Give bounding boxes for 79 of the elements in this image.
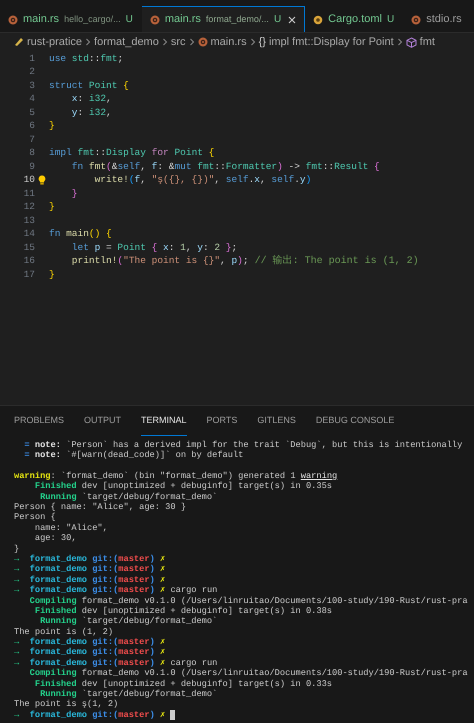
terminal-line: Finished dev [unoptimized + debuginfo] target(s) in 0.38s bbox=[34, 605, 332, 616]
terminal-line: Person { bbox=[14, 511, 56, 524]
panel-tab[interactable]: OUTPUT bbox=[84, 406, 122, 436]
line-number: 13 bbox=[22, 214, 35, 228]
cube-icon bbox=[406, 36, 417, 48]
code-line: impl fmt::Display for Point { bbox=[49, 146, 214, 160]
code-line: fn fmt(&self, f: &mut fmt::Formatter) -> fmt::Result { bbox=[70, 160, 380, 174]
terminal-line: Running `target/debug/format_demo` bbox=[39, 688, 218, 700]
code-line: write!(f, "ş({}, {})", self.x, self.y) bbox=[94, 173, 312, 188]
chevron-icon bbox=[188, 38, 195, 46]
terminal-line: Finished dev [unoptimized + debuginfo] target(s) in 0.35s bbox=[34, 480, 332, 492]
terminal-line: } bbox=[14, 542, 20, 556]
terminal-line: The point is ş(1, 2) bbox=[14, 698, 118, 710]
line-number: 14 bbox=[22, 227, 35, 242]
terminal-line: age: 30, bbox=[34, 532, 77, 546]
chevron-icon bbox=[396, 38, 403, 46]
terminal-line: → format_demo git:(master) ✗ bbox=[14, 636, 166, 648]
terminal-line: Finished dev [unoptimized + debuginfo] target(s) in 0.33s bbox=[34, 678, 332, 690]
terminal-line: Compiling format_demo v0.1.0 (/Users/linruitao/Documents/100-study/190-Rust/rust-pra bbox=[28, 594, 468, 606]
breadcrumb-item[interactable]: format_demo bbox=[94, 34, 159, 50]
code-line: x: i32, bbox=[70, 92, 112, 106]
terminal-line: = note: `Person` has a derived impl for the trait `Debug`, but this is intentionally bbox=[23, 438, 462, 450]
line-number: 4 bbox=[28, 92, 35, 106]
terminal-line: Running `target/debug/format_demo` bbox=[39, 490, 218, 502]
code-line: y: i32, bbox=[70, 106, 112, 120]
code-line: } bbox=[70, 186, 78, 201]
line-number: 12 bbox=[22, 200, 35, 214]
line-number: 17 bbox=[22, 268, 35, 282]
terminal-line: Running `target/debug/format_demo` bbox=[39, 615, 218, 628]
code-line: } bbox=[49, 200, 55, 214]
terminal-line: → format_demo git:(master) ✗ cargo run bbox=[14, 656, 218, 668]
line-number: 11 bbox=[22, 186, 35, 201]
breadcrumb-item[interactable]: src bbox=[170, 34, 186, 50]
terminal-line: Person { name: "Alice", age: 30 } bbox=[14, 501, 186, 512]
terminal-line: warning: `format_demo` (bin "format_demo") generated 1 warning bbox=[14, 470, 338, 482]
chevron-icon bbox=[162, 38, 168, 46]
terminal-line: → format_demo git:(master) ✗ cargo run bbox=[14, 584, 218, 596]
line-number: 10 bbox=[22, 173, 35, 188]
code-line: let p = Point { x: 1, y: 2 }; bbox=[70, 240, 238, 255]
breadcrumb-item[interactable]: rust-pratice bbox=[27, 34, 82, 50]
chevron-icon bbox=[250, 38, 256, 46]
code-line: fn main() { bbox=[49, 227, 112, 242]
panel-tab[interactable]: TERMINAL bbox=[141, 406, 187, 436]
symbol-icon: {} bbox=[258, 34, 266, 50]
terminal-line: name: "Alice", bbox=[34, 522, 108, 534]
line-number: 6 bbox=[28, 119, 35, 134]
breadcrumb-item[interactable]: main.rs bbox=[210, 34, 247, 50]
terminal-line: → format_demo git:(master) ✗ bbox=[14, 553, 166, 564]
panel-tab[interactable]: PROBLEMS bbox=[14, 406, 64, 436]
code-line: println!("The point is {}", p); // 输出: The point is (1, 2) bbox=[70, 254, 419, 269]
terminal-line: The point is (1, 2) bbox=[14, 626, 114, 638]
breadcrumb-item[interactable]: impl fmt::Display for Point bbox=[268, 34, 394, 50]
line-number: 5 bbox=[28, 106, 35, 120]
line-number: 8 bbox=[28, 146, 35, 160]
panel-tab[interactable]: GITLENS bbox=[257, 406, 296, 436]
code-line: struct Point { bbox=[49, 78, 129, 93]
code-line: } bbox=[49, 119, 55, 134]
terminal-line: → format_demo git:(master) ✗ bbox=[14, 574, 166, 586]
panel-tab[interactable]: PORTS bbox=[206, 406, 238, 436]
code-line: } bbox=[49, 268, 55, 282]
code-line: use std::fmt; bbox=[49, 52, 124, 66]
close-icon[interactable] bbox=[288, 16, 296, 24]
line-number: 15 bbox=[22, 240, 35, 255]
line-number: 16 bbox=[22, 254, 35, 268]
line-number: 2 bbox=[28, 65, 35, 80]
panel-tab[interactable]: DEBUG CONSOLE bbox=[316, 406, 394, 436]
chevron-icon bbox=[85, 38, 92, 46]
terminal-line: Compiling format_demo v0.1.0 (/Users/linruitao/Documents/100-study/190-Rust/rust-pra bbox=[28, 667, 468, 680]
line-number: 3 bbox=[28, 78, 35, 93]
terminal-line: → format_demo git:(master) ✗ bbox=[14, 708, 166, 722]
breadcrumb-item[interactable]: fmt bbox=[420, 34, 435, 50]
terminal-line: → format_demo git:(master) ✗ bbox=[14, 646, 166, 658]
pencil-icon bbox=[14, 37, 24, 47]
editor-tab[interactable]: main.rs format_demo/... U bbox=[142, 6, 306, 32]
line-number: 7 bbox=[28, 132, 35, 147]
terminal-line: → format_demo git:(master) ✗ bbox=[14, 563, 166, 576]
line-number: 9 bbox=[28, 160, 35, 174]
line-number: 1 bbox=[28, 52, 35, 66]
terminal-line: = note: `#[warn(dead_code)]` on by default bbox=[23, 449, 244, 462]
